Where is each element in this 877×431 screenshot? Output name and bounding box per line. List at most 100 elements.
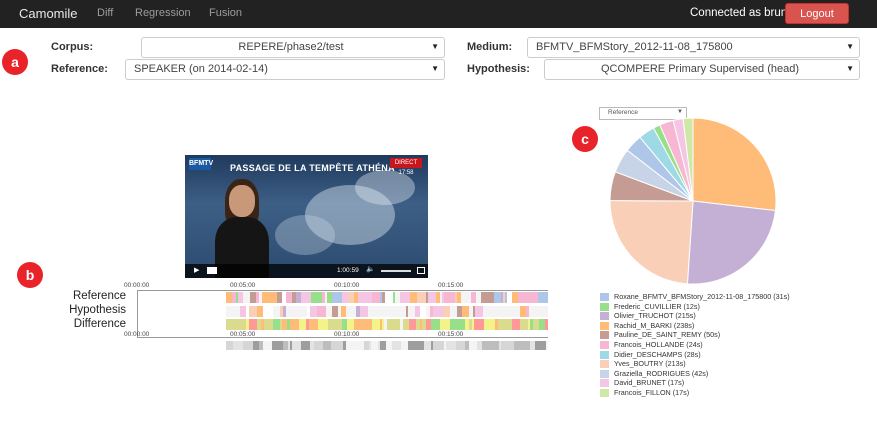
timeline-segment: [276, 341, 283, 350]
timeline-segment: [431, 319, 440, 330]
nav-link-diff[interactable]: Diff: [97, 7, 113, 19]
live-badge: DIRECT 17:58: [390, 158, 422, 176]
legend-label: Rachid_M_BARKI (238s): [614, 320, 695, 330]
timeline-segment: [488, 319, 495, 330]
timeline-segment: [232, 306, 240, 317]
timeline-segment: [514, 341, 521, 350]
legend-swatch: [600, 321, 609, 330]
legend-label: Pauline_DE_SAINT_REMY (50s): [614, 330, 721, 340]
timeline-segment: [368, 306, 378, 317]
timeline-segment: [440, 319, 450, 330]
annotation-badge-b: b: [17, 262, 43, 288]
difference-track[interactable]: [226, 319, 548, 330]
legend-label: Francois_FILLON (17s): [614, 388, 690, 397]
pie-slice-yves-boutry[interactable]: [609, 200, 694, 285]
timeline-segment: [538, 292, 548, 303]
timeline-segment: [347, 319, 354, 330]
pie-slice-rachid-m-barki[interactable]: [692, 117, 777, 212]
reference-label: Reference:: [51, 63, 108, 75]
timeline-segment: [401, 341, 408, 350]
timeline-segment: [392, 306, 399, 317]
timeline-segment: [512, 319, 520, 330]
timeline-segment: [417, 341, 424, 350]
timeline-segment: [546, 341, 548, 350]
brand-logo[interactable]: Camomile: [19, 6, 78, 21]
timeline-segment: [372, 292, 380, 303]
timeline-segment: [372, 319, 380, 330]
timeline-segment: [385, 292, 393, 303]
hypothesis-select[interactable]: QCOMPERE Primary Supervised (head) ▼: [544, 59, 860, 80]
caret-down-icon: ▼: [846, 42, 854, 51]
legend-swatch: [600, 379, 609, 388]
axis-bottom: [137, 337, 548, 338]
legend-item: Graziella_RODRIGUES (42s): [600, 369, 708, 379]
pie-slice-olivier-truchot[interactable]: [686, 200, 777, 285]
timeline-segment: [314, 341, 323, 350]
timeline-segment: [544, 306, 548, 317]
legend-swatch: [600, 369, 609, 378]
timeline-segment: [263, 341, 272, 350]
tick-top: 00:00:00: [124, 282, 150, 289]
corpus-select[interactable]: REPERE/phase2/test ▼: [141, 37, 445, 58]
reference-select[interactable]: SPEAKER (on 2014-02-14) ▼: [125, 59, 445, 80]
legend-item: Pauline_DE_SAINT_REMY (50s): [600, 330, 720, 340]
timeline-segment: [273, 306, 280, 317]
legend-swatch: [600, 389, 609, 398]
medium-label: Medium:: [467, 41, 513, 53]
overview-brush[interactable]: [226, 341, 548, 350]
legend-label: Francois_HOLLANDE (24s): [614, 340, 703, 349]
legend-swatch: [600, 341, 609, 350]
hypothesis-track[interactable]: [226, 306, 548, 317]
medium-select[interactable]: BFMTV_BFMStory_2012-11-08_175800 ▼: [527, 37, 860, 58]
hypothesis-label: Hypothesis:: [467, 63, 530, 75]
timeline-segment: [290, 319, 299, 330]
timeline-segment: [299, 319, 306, 330]
timeline-segment: [456, 319, 465, 330]
timeline-segment: [318, 319, 328, 330]
nav-link-fusion[interactable]: Fusion: [209, 7, 242, 19]
legend-label: Didier_DESCHAMPS (28s): [614, 349, 701, 359]
progress-handle[interactable]: [207, 267, 217, 274]
timeline-segment: [226, 341, 233, 350]
timeline-segment: [323, 341, 331, 350]
timeline-segment: [520, 319, 528, 330]
hypothesis-select-value: QCOMPERE Primary Supervised (head): [600, 63, 800, 75]
timeline-segment: [263, 306, 273, 317]
legend-swatch: [600, 302, 609, 311]
timeline-label-difference: Difference: [73, 318, 126, 330]
timeline-segment: [291, 306, 301, 317]
legend-label: Olivier_TRUCHOT (215s): [614, 311, 696, 321]
tick-top: 00:15:00: [438, 282, 464, 289]
timeline-segment: [249, 319, 257, 330]
volume-icon[interactable]: 🔈: [366, 265, 375, 273]
timeline-segment: [236, 319, 246, 330]
timeline-segment: [450, 306, 457, 317]
timeline-segment: [433, 306, 443, 317]
legend-item: Didier_DESCHAMPS (28s): [600, 350, 701, 360]
fullscreen-icon[interactable]: [417, 267, 425, 274]
timeline-segment: [360, 306, 368, 317]
timeline-segment: [346, 306, 353, 317]
timeline-segment: [490, 306, 499, 317]
timeline-segment: [444, 292, 453, 303]
timeline-segment: [332, 292, 342, 303]
timeline-segment: [346, 341, 356, 350]
video-presenter-face: [229, 185, 255, 217]
timeline-segment: [469, 341, 477, 350]
timeline-segment: [428, 292, 436, 303]
timeline-segment: [309, 319, 318, 330]
volume-slider[interactable]: [381, 270, 411, 272]
video-player[interactable]: BFMTV PASSAGE DE LA TEMPÊTE ATHÉNA DIREC…: [185, 155, 428, 278]
timeline-segment: [410, 292, 417, 303]
timeline-segment: [456, 341, 465, 350]
legend-item: Roxane_BFMTV_BFMStory_2012-11-08_175800 …: [600, 292, 790, 302]
timeline-segment: [501, 341, 509, 350]
reference-track[interactable]: [226, 292, 548, 303]
reference-select-value: SPEAKER (on 2014-02-14): [134, 63, 268, 75]
logout-button[interactable]: Logout: [785, 3, 849, 24]
timeline-segment: [528, 292, 538, 303]
legend-swatch: [600, 312, 609, 321]
play-icon[interactable]: ▶: [194, 266, 199, 274]
nav-link-regression[interactable]: Regression: [135, 7, 191, 19]
legend-label: Frederic_CUVILLIER (12s): [614, 301, 700, 311]
